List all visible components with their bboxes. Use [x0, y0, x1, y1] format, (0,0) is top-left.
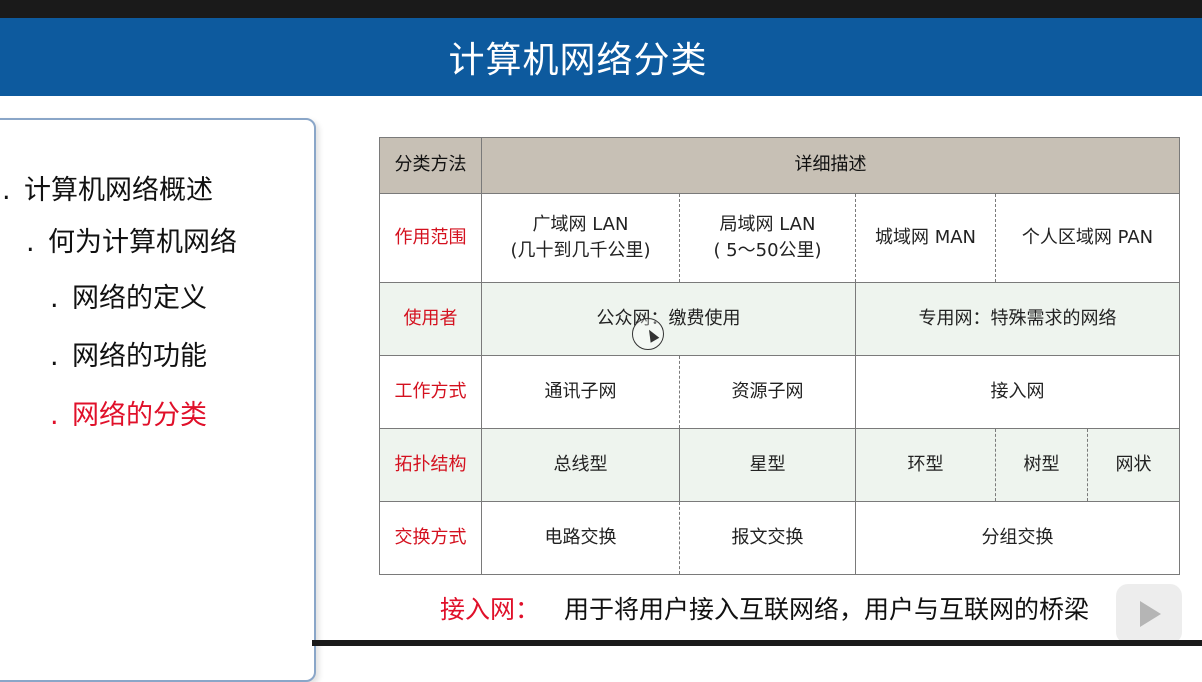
header-description: 详细描述 [480, 137, 1181, 194]
outline-bullet: . [2, 175, 11, 206]
outline-item-label: 网络的分类 [72, 400, 207, 431]
cell-man: 城域网 MAN [855, 193, 996, 283]
outline-item-label: 何为计算机网络 [48, 227, 237, 258]
cell-circuit-switching: 电路交换 [481, 501, 680, 575]
table-row: 工作方式 通讯子网 资源子网 接入网 [379, 355, 1181, 429]
cell-pan: 个人区域网 PAN [994, 193, 1181, 283]
cell-private-network: 专用网：特殊需求的网络 [854, 282, 1181, 356]
table-header-row: 分类方法 详细描述 [379, 137, 1181, 194]
cell-comm-subnet: 通讯子网 [481, 355, 680, 429]
title-banner: 计算机网络分类 [0, 18, 1202, 96]
row-label-switching: 交换方式 [379, 501, 482, 575]
table-row: 交换方式 电路交换 报文交换 分组交换 [379, 501, 1181, 575]
outline-item-what-is-network: . 何为计算机网络 [26, 220, 237, 259]
cell-bus: 总线型 [481, 428, 680, 502]
top-bar [0, 0, 1202, 18]
video-play-logo-icon [1116, 584, 1182, 644]
outline-item-definition: . 网络的定义 [50, 276, 207, 315]
table-row: 拓扑结构 总线型 星型 环型 树型 网状 [379, 428, 1181, 502]
row-label-scope: 作用范围 [379, 193, 482, 283]
cell-message-switching: 报文交换 [679, 501, 856, 575]
cell-mesh: 网状 [1086, 428, 1181, 502]
note-label: 接入网： [440, 595, 541, 624]
outline-bullet: . [50, 400, 59, 431]
access-network-note: 接入网： 用于将用户接入互联网络，用户与互联网的桥梁 [440, 590, 1089, 626]
cell-packet-switching: 分组交换 [854, 501, 1181, 575]
note-text: 用于将用户接入互联网络，用户与互联网的桥梁 [564, 595, 1090, 624]
outline-bullet: . [50, 283, 59, 314]
cell-resource-subnet: 资源子网 [679, 355, 856, 429]
table-row: 使用者 公众网：缴费使用 专用网：特殊需求的网络 [379, 282, 1181, 356]
outline-item-classification: . 网络的分类 [50, 393, 207, 432]
cell-public-network: 公众网：缴费使用 [481, 282, 856, 356]
cell-ring: 环型 [855, 428, 996, 502]
row-label-topology: 拓扑结构 [379, 428, 482, 502]
row-label-user: 使用者 [379, 282, 482, 356]
cursor-icon [632, 318, 664, 350]
classification-table: 分类方法 详细描述 作用范围 广域网 LAN (几十到几千公里) 局域网 LAN… [379, 137, 1181, 575]
outline-bullet: . [26, 227, 35, 258]
outline-item-label: 网络的功能 [72, 341, 207, 372]
header-method: 分类方法 [379, 137, 482, 194]
cell-lan: 局域网 LAN ( 5～50公里) [679, 193, 856, 283]
table-row: 作用范围 广域网 LAN (几十到几千公里) 局域网 LAN ( 5～50公里)… [379, 193, 1181, 283]
cell-wan: 广域网 LAN (几十到几千公里) [481, 193, 680, 283]
slide-title: 计算机网络分类 [448, 40, 708, 81]
cell-star: 星型 [679, 428, 856, 502]
outline-item-functions: . 网络的功能 [50, 334, 207, 373]
outline-item-label: 网络的定义 [72, 283, 207, 314]
outline-bullet: . [50, 341, 59, 372]
cell-access-network: 接入网 [854, 355, 1181, 429]
row-label-mode: 工作方式 [379, 355, 482, 429]
outline-item-overview: . 计算机网络概述 [2, 168, 213, 207]
outline-item-label: 计算机网络概述 [24, 175, 213, 206]
cell-tree: 树型 [995, 428, 1088, 502]
bottom-bar [312, 640, 1202, 646]
